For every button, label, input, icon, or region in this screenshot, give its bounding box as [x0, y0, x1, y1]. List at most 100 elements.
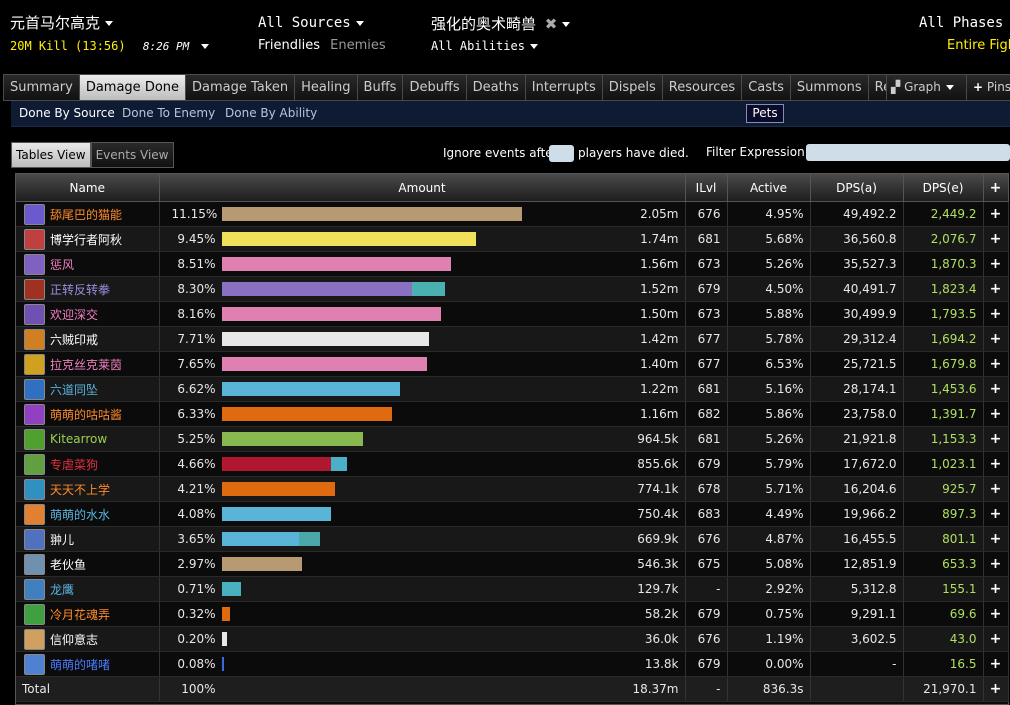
table-row[interactable]: 舔尾巴的猫能 11.15% 2.05m 676 4.95% 49,492.2 2,449.2…	[16, 201, 1009, 227]
tab-healing[interactable]: Healing	[294, 74, 357, 101]
table-row[interactable]: 六贼印戒 7.71% 1.42m 677 5.78% 29,312.4 1,694.2 +	[16, 326, 1009, 352]
total-expand-icon[interactable]: +	[983, 676, 1009, 702]
name-cell[interactable]: Kitearrow	[16, 426, 160, 452]
player-name[interactable]: 萌萌的咕咕酱	[50, 406, 122, 423]
name-cell[interactable]: 萌萌的水水	[16, 501, 160, 527]
tab-deaths[interactable]: Deaths	[465, 74, 525, 101]
table-row[interactable]: 专虐菜狗 4.66% 855.6k 679 5.79% 17,672.0 1,023.1 +	[16, 451, 1009, 477]
player-name[interactable]: 龙鹰	[50, 581, 74, 598]
expand-row-icon[interactable]: +	[983, 476, 1009, 502]
expand-row-icon[interactable]: +	[983, 351, 1009, 377]
subtab-done-by-source[interactable]: Done By Source	[19, 106, 115, 120]
player-name[interactable]: 萌萌的水水	[50, 506, 110, 523]
pets-toggle[interactable]: Pets	[746, 104, 784, 123]
expand-row-icon[interactable]: +	[983, 201, 1009, 227]
table-row[interactable]: Kitearrow 5.25% 964.5k 681 5.26% 21,921.8 1,15…	[16, 426, 1009, 452]
fight-selector[interactable]: 20M Kill (13:56) 8:26 PM	[10, 39, 210, 53]
ignore-deaths-input[interactable]	[549, 145, 574, 162]
name-cell[interactable]: 专虐菜狗	[16, 451, 160, 477]
expand-all-icon[interactable]: +	[983, 174, 1009, 202]
name-cell[interactable]: 冷月花魂弄	[16, 601, 160, 627]
player-name[interactable]: 欢迎深交	[50, 306, 98, 323]
zone-selector[interactable]: 元首马尔高克	[10, 12, 114, 33]
abilities-selector[interactable]: All Abilities	[431, 39, 538, 53]
filter-expression-input[interactable]	[806, 144, 1010, 161]
expand-row-icon[interactable]: +	[983, 601, 1009, 627]
table-row[interactable]: 龙鹰 0.71% 129.7k -2.92% 5,312.8 155.1 +	[16, 576, 1009, 602]
player-name[interactable]: 翀儿	[50, 531, 74, 548]
expand-row-icon[interactable]: +	[983, 551, 1009, 577]
expand-row-icon[interactable]: +	[983, 426, 1009, 452]
tab-damage-done[interactable]: Damage Done	[78, 74, 186, 101]
player-name[interactable]: 专虐菜狗	[50, 456, 98, 473]
player-name[interactable]: 舔尾巴的猫能	[50, 206, 122, 223]
name-cell[interactable]: 萌萌的咕咕酱	[16, 401, 160, 427]
tab-buffs[interactable]: Buffs	[356, 74, 403, 101]
name-cell[interactable]: 翀儿	[16, 526, 160, 552]
tab-summons[interactable]: Summons	[789, 74, 868, 101]
name-cell[interactable]: 信仰意志	[16, 626, 160, 652]
tab-damage-taken[interactable]: Damage Taken	[185, 74, 295, 101]
expand-row-icon[interactable]: +	[983, 501, 1009, 527]
player-name[interactable]: Kitearrow	[50, 432, 107, 446]
name-cell[interactable]: 天天不上学	[16, 476, 160, 502]
name-cell[interactable]: 六道同坠	[16, 376, 160, 402]
col-ilvl[interactable]: ILvl	[685, 174, 728, 202]
table-row[interactable]: 天天不上学 4.21% 774.1k 678 5.71% 16,204.6 925.7 +	[16, 476, 1009, 502]
col-amount[interactable]: Amount	[159, 174, 686, 202]
player-name[interactable]: 六道同坠	[50, 381, 98, 398]
name-cell[interactable]: 欢迎深交	[16, 301, 160, 327]
name-cell[interactable]: 惩风	[16, 251, 160, 277]
name-cell[interactable]: 博学行者阿秋	[16, 226, 160, 252]
expand-row-icon[interactable]: +	[983, 376, 1009, 402]
name-cell[interactable]: 六贼印戒	[16, 326, 160, 352]
player-name[interactable]: 博学行者阿秋	[50, 231, 122, 248]
graph-button[interactable]: ▞ Graph	[886, 74, 969, 101]
player-name[interactable]: 天天不上学	[50, 481, 110, 498]
col-dps-e[interactable]: DPS(e)	[903, 174, 984, 202]
friendlies-link[interactable]: Friendlies	[258, 38, 320, 53]
table-row[interactable]: 拉克丝克莱茵 7.65% 1.40m 677 6.53% 25,721.5 1,679.8 +	[16, 351, 1009, 377]
table-row[interactable]: 信仰意志 0.20% 36.0k 676 1.19% 3,602.5 43.0 +	[16, 626, 1009, 652]
player-name[interactable]: 老伙鱼	[50, 556, 86, 573]
table-row[interactable]: 萌萌的咕咕酱 6.33% 1.16m 682 5.86% 23,758.0 1,391.7 +	[16, 401, 1009, 427]
subtab-done-to-enemy[interactable]: Done To Enemy	[122, 106, 215, 120]
close-icon[interactable]: ✖	[545, 15, 558, 33]
tab-casts[interactable]: Casts	[741, 74, 790, 101]
player-name[interactable]: 拉克丝克莱茵	[50, 356, 122, 373]
expand-row-icon[interactable]: +	[983, 301, 1009, 327]
expand-row-icon[interactable]: +	[983, 526, 1009, 552]
fight-range[interactable]: Entire Figh	[947, 38, 1010, 53]
phases-selector[interactable]: All Phases	[919, 15, 1003, 31]
expand-row-icon[interactable]: +	[983, 326, 1009, 352]
player-name[interactable]: 惩风	[50, 256, 74, 273]
col-dps-a[interactable]: DPS(a)	[810, 174, 904, 202]
table-row[interactable]: 老伙鱼 2.97% 546.3k 675 5.08% 12,851.9 653.3 +	[16, 551, 1009, 577]
name-cell[interactable]: 正转反转拳	[16, 276, 160, 302]
col-active[interactable]: Active	[727, 174, 811, 202]
enemies-link[interactable]: Enemies	[330, 38, 386, 53]
player-name[interactable]: 正转反转拳	[50, 281, 110, 298]
tab-interrupts[interactable]: Interrupts	[524, 74, 602, 101]
expand-row-icon[interactable]: +	[983, 451, 1009, 477]
name-cell[interactable]: 拉克丝克莱茵	[16, 351, 160, 377]
pins-button[interactable]: + Pins	[966, 74, 1010, 101]
name-cell[interactable]: 龙鹰	[16, 576, 160, 602]
expand-row-icon[interactable]: +	[983, 226, 1009, 252]
player-name[interactable]: 冷月花魂弄	[50, 606, 110, 623]
expand-row-icon[interactable]: +	[983, 251, 1009, 277]
sources-selector[interactable]: All Sources	[258, 15, 364, 31]
name-cell[interactable]: 舔尾巴的猫能	[16, 201, 160, 227]
target-selector[interactable]: 强化的奥术畸兽 ✖	[431, 13, 571, 34]
expand-row-icon[interactable]: +	[983, 626, 1009, 652]
expand-row-icon[interactable]: +	[983, 576, 1009, 602]
table-row[interactable]: 萌萌的水水 4.08% 750.4k 683 4.49% 19,966.2 897.3 +	[16, 501, 1009, 527]
expand-row-icon[interactable]: +	[983, 276, 1009, 302]
player-name[interactable]: 信仰意志	[50, 631, 98, 648]
player-name[interactable]: 萌萌的啫啫	[50, 656, 110, 673]
table-row[interactable]: 欢迎深交 8.16% 1.50m 673 5.88% 30,499.9 1,793.5 +	[16, 301, 1009, 327]
table-row[interactable]: 惩风 8.51% 1.56m 673 5.26% 35,527.3 1,870.3 +	[16, 251, 1009, 277]
tab-summary[interactable]: Summary	[3, 74, 79, 101]
tab-debuffs[interactable]: Debuffs	[402, 74, 466, 101]
expand-row-icon[interactable]: +	[983, 651, 1009, 677]
